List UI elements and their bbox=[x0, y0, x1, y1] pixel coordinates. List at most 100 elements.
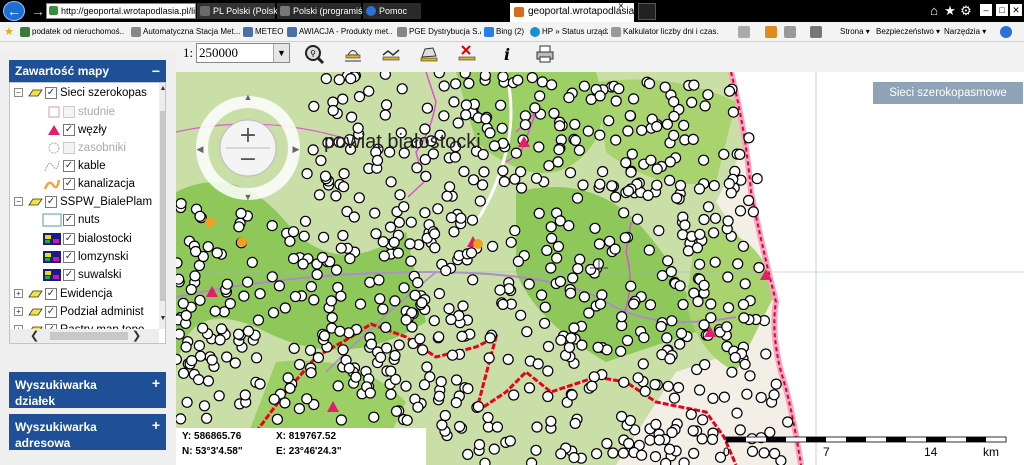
layer-group-broadband[interactable]: − ✓ Sieci szerokopas bbox=[10, 84, 165, 102]
layer-wezly[interactable]: ✓ węzły bbox=[10, 121, 165, 139]
layer-checkbox[interactable]: ✓ bbox=[63, 251, 75, 263]
address-bar[interactable]: http://geoportal.wrotapodlasia.pl/light/ bbox=[46, 3, 196, 19]
horizontal-scrollbar[interactable]: ❮ ❯ bbox=[10, 329, 159, 343]
expand-icon[interactable]: + bbox=[152, 375, 160, 391]
zoom-extent-icon[interactable]: ⚲ bbox=[303, 43, 325, 65]
favorite-link[interactable]: Kalkulator liczby dni i czas... bbox=[611, 24, 719, 40]
help-dropdown[interactable]: Pomoc bbox=[363, 3, 421, 19]
layer-checkbox[interactable]: ✓ bbox=[63, 214, 75, 226]
network-node-marker bbox=[421, 102, 433, 114]
scrollbar-thumb[interactable] bbox=[160, 111, 165, 301]
favorite-link[interactable]: HP » Status urządz bbox=[530, 24, 608, 40]
mail-icon[interactable] bbox=[784, 26, 796, 38]
scroll-down-icon[interactable]: ▼ bbox=[159, 315, 165, 322]
language-dropdown[interactable]: PL Polski (Polska) bbox=[197, 3, 286, 19]
network-node-marker bbox=[531, 421, 543, 433]
layer-checkbox[interactable]: ✓ bbox=[63, 269, 75, 281]
favorite-link[interactable]: METEO bbox=[243, 24, 283, 40]
layer-checkbox[interactable]: ✓ bbox=[45, 306, 57, 318]
network-node-marker bbox=[214, 334, 226, 346]
scroll-left-icon[interactable]: ❮ bbox=[30, 329, 39, 343]
layer-checkbox[interactable]: ✓ bbox=[45, 196, 57, 208]
select-area-icon[interactable] bbox=[342, 43, 364, 65]
favorite-link[interactable]: AWIACJA - Produkty met... bbox=[287, 24, 393, 40]
close-button[interactable]: ✕ bbox=[1010, 4, 1022, 16]
minimize-button[interactable]: – bbox=[980, 4, 992, 16]
favorite-link[interactable]: PGE Dystrybucja S.A bbox=[397, 24, 481, 40]
rss-icon[interactable] bbox=[765, 26, 777, 38]
measure-line-icon[interactable] bbox=[380, 43, 402, 65]
settings-gear-icon[interactable]: ⚙ bbox=[958, 3, 974, 19]
scale-select[interactable]: 250000 ▼ bbox=[196, 43, 290, 63]
network-node-marker bbox=[301, 167, 313, 180]
network-node-marker bbox=[509, 225, 521, 237]
layer-checkbox[interactable]: ✓ bbox=[63, 233, 75, 245]
new-tab-button[interactable] bbox=[638, 3, 656, 20]
keyboard-layout-dropdown[interactable]: Polski (programiści) bbox=[277, 3, 372, 19]
scroll-up-icon[interactable]: ▲ bbox=[159, 85, 165, 92]
scroll-right-icon[interactable]: ❯ bbox=[132, 329, 141, 343]
layer-zasobniki[interactable]: zasobniki bbox=[10, 139, 165, 157]
layer-group-sspw[interactable]: − ✓ SSPW_BialePlam bbox=[10, 193, 165, 211]
clear-measure-icon[interactable] bbox=[456, 43, 478, 65]
print-icon[interactable] bbox=[534, 43, 556, 65]
print-icon[interactable] bbox=[810, 26, 822, 38]
home-icon[interactable]: ⌂ bbox=[926, 3, 942, 18]
safety-menu[interactable]: Bezpieczeństwo ▾ bbox=[876, 24, 940, 40]
tools-menu[interactable]: Narzędzia ▾ bbox=[944, 24, 986, 40]
layer-checkbox[interactable] bbox=[63, 106, 75, 118]
layer-checkbox[interactable]: ✓ bbox=[45, 288, 57, 300]
collapse-icon[interactable]: − bbox=[152, 63, 160, 79]
layer-suwalski[interactable]: ✓ suwalski bbox=[10, 266, 165, 284]
tab-close-button[interactable]: × bbox=[618, 1, 624, 12]
map-content-header[interactable]: Zawartość mapy − bbox=[9, 60, 166, 82]
broadband-layer-button[interactable]: Sieci szerokopasmowe bbox=[873, 82, 1023, 104]
network-node-marker bbox=[311, 268, 323, 281]
network-node-marker bbox=[631, 213, 644, 225]
network-node-marker bbox=[721, 321, 733, 333]
layer-bialostocki[interactable]: ✓ bialostocki bbox=[10, 230, 165, 248]
network-node-marker bbox=[479, 457, 491, 465]
info-icon[interactable]: i bbox=[496, 43, 518, 65]
expand-icon[interactable]: + bbox=[14, 289, 23, 298]
vertical-scrollbar[interactable]: ▲ ▼ bbox=[159, 83, 165, 329]
layer-tree: − ✓ Sieci szerokopas studnie ✓ węzły zas… bbox=[9, 82, 166, 344]
favorite-link[interactable]: podatek od nieruchomoś... bbox=[20, 24, 124, 40]
expand-icon[interactable]: + bbox=[14, 307, 23, 316]
layer-checkbox[interactable]: ✓ bbox=[45, 87, 57, 99]
layer-nuts[interactable]: ✓ nuts bbox=[10, 211, 165, 229]
map-canvas[interactable]: + − ▲ ▼ ◀ ▶ Sieci szerokopasmowe powiat … bbox=[176, 72, 1024, 465]
layer-group-ewidencja[interactable]: + ✓ Ewidencja bbox=[10, 285, 165, 303]
plot-search-header[interactable]: Wyszukiwarka działek + bbox=[9, 372, 166, 408]
scrollbar-thumb[interactable] bbox=[50, 332, 128, 340]
layer-checkbox[interactable]: ✓ bbox=[63, 160, 75, 172]
layer-kable[interactable]: ✓ kable bbox=[10, 157, 165, 175]
help-icon[interactable] bbox=[1000, 26, 1012, 38]
favorite-link[interactable]: Bing (2) bbox=[484, 24, 528, 40]
network-node-marker bbox=[693, 258, 706, 270]
forward-button[interactable]: → bbox=[28, 2, 48, 20]
layer-studnie[interactable]: studnie bbox=[10, 103, 165, 121]
layer-lomzynski[interactable]: ✓ lomzynski bbox=[10, 248, 165, 266]
tab-geoportal[interactable]: geoportal.wrotapodlasia.pl bbox=[510, 3, 645, 22]
layer-checkbox[interactable] bbox=[63, 142, 75, 154]
layer-checkbox[interactable]: ✓ bbox=[63, 124, 75, 136]
layer-checkbox[interactable]: ✓ bbox=[63, 178, 75, 190]
collapse-icon[interactable]: − bbox=[14, 88, 23, 97]
network-node-marker bbox=[232, 328, 245, 340]
measure-area-icon[interactable] bbox=[418, 43, 440, 65]
network-node-marker bbox=[708, 179, 720, 192]
maximize-button[interactable]: □ bbox=[996, 4, 1008, 16]
page-menu[interactable]: Strona ▾ bbox=[840, 24, 870, 40]
layer-group-podzial[interactable]: + ✓ Podział administ bbox=[10, 303, 165, 321]
favorites-star-icon[interactable]: ★ bbox=[942, 3, 958, 19]
layer-kanalizacja[interactable]: ✓ kanalizacja bbox=[10, 175, 165, 193]
expand-icon[interactable]: + bbox=[152, 417, 160, 433]
back-button[interactable]: ← bbox=[3, 1, 25, 21]
home-icon[interactable] bbox=[738, 26, 750, 38]
collapse-icon[interactable]: − bbox=[14, 197, 23, 206]
favorites-star-icon[interactable]: ★ bbox=[4, 25, 14, 38]
favorite-link[interactable]: Automatyczna Stacja Met... bbox=[131, 24, 243, 40]
address-search-header[interactable]: Wyszukiwarka adresowa + bbox=[9, 414, 166, 450]
network-node-marker bbox=[202, 375, 215, 387]
